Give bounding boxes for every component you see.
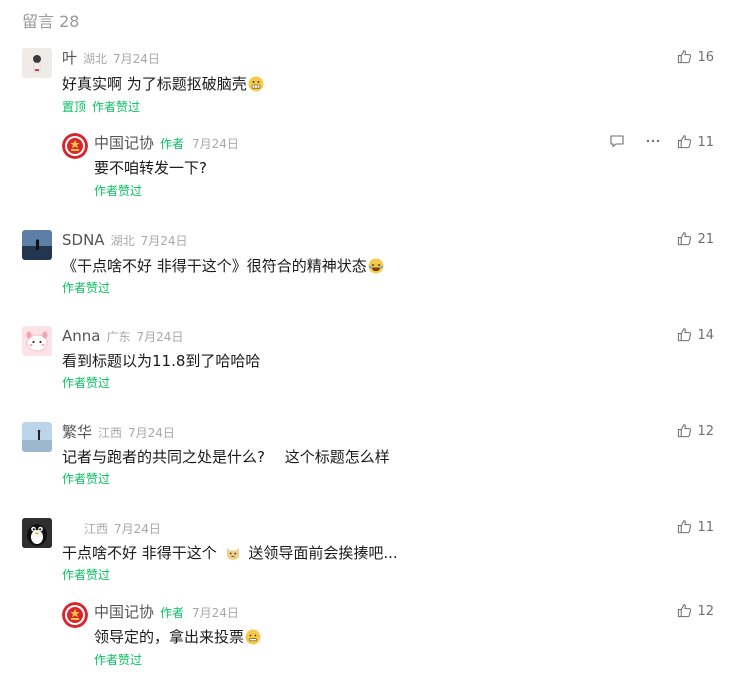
comment-author[interactable]: Anna bbox=[62, 327, 100, 345]
author-tag: 作者 bbox=[160, 606, 185, 620]
like-count: 12 bbox=[697, 424, 714, 439]
like-button[interactable]: 11 bbox=[677, 518, 714, 538]
avatar[interactable] bbox=[22, 518, 52, 548]
author-liked-label: 作者赞过 bbox=[62, 472, 111, 486]
comment-date: 7月24日 bbox=[136, 330, 184, 344]
comment-date: 7月24日 bbox=[114, 522, 161, 536]
author-liked-label: 作者赞过 bbox=[94, 184, 143, 198]
comment-region: 湖北 bbox=[110, 234, 135, 248]
author-liked-label: 作者赞过 bbox=[92, 100, 141, 114]
comments-header: 留言 28 bbox=[22, 12, 80, 31]
avatar[interactable] bbox=[62, 133, 88, 159]
thumbs-up-icon bbox=[678, 50, 692, 64]
comment-author[interactable]: 中国记协 bbox=[94, 603, 154, 621]
thumbs-up-icon bbox=[678, 520, 692, 534]
comment-region: 江西 bbox=[98, 426, 123, 440]
like-count: 16 bbox=[697, 50, 714, 65]
comment-region: 广东 bbox=[106, 330, 131, 344]
comment-text-before: 干点啥不好 非得干这个 bbox=[62, 544, 217, 562]
comment-date: 7月24日 bbox=[192, 137, 239, 151]
cat-face-emoji bbox=[226, 548, 239, 560]
like-button[interactable]: 21 bbox=[677, 230, 714, 250]
avatar[interactable] bbox=[22, 230, 52, 260]
thumbs-up-icon bbox=[678, 604, 692, 618]
comment-text-body: 《干点啥不好 非得干这个》很符合的精神状态 bbox=[62, 257, 367, 275]
avatar[interactable] bbox=[62, 602, 88, 628]
comment-bubble-icon bbox=[610, 135, 624, 148]
comment-region: 江西 bbox=[84, 522, 109, 536]
like-button[interactable]: 16 bbox=[677, 48, 714, 68]
comment-author[interactable]: 叶 bbox=[62, 49, 77, 67]
comment-region: 湖北 bbox=[83, 52, 108, 66]
comment-author[interactable]: 中国记协 bbox=[94, 134, 154, 152]
awkward-smile-emoji bbox=[245, 629, 261, 645]
like-count: 11 bbox=[697, 520, 714, 535]
author-liked-label: 作者赞过 bbox=[62, 281, 111, 295]
like-count: 11 bbox=[697, 135, 714, 150]
comment-text-body: 好真实啊 为了标题抠破脑壳 bbox=[62, 75, 247, 93]
comment-text: 《干点啥不好 非得干这个》很符合的精神状态 bbox=[62, 255, 384, 277]
like-button[interactable]: 14 bbox=[677, 326, 714, 346]
thumbs-up-icon bbox=[678, 328, 692, 342]
avatar[interactable] bbox=[22, 48, 52, 78]
comment-text: 要不咱转发一下? bbox=[94, 159, 207, 177]
more-dots-icon bbox=[646, 139, 660, 143]
grimace-emoji bbox=[248, 76, 264, 92]
reply-button[interactable] bbox=[609, 133, 625, 153]
comment-text: 记者与跑者的共同之处是什么? 这个标题怎么样 bbox=[62, 448, 390, 466]
like-button[interactable]: 12 bbox=[677, 602, 714, 622]
author-tag: 作者 bbox=[160, 137, 185, 151]
like-count: 12 bbox=[697, 604, 714, 619]
comment-date: 7月24日 bbox=[113, 52, 160, 66]
laugh-cry-emoji bbox=[368, 258, 384, 274]
avatar[interactable] bbox=[22, 422, 52, 452]
comment-text-body: 领导定的，拿出来投票 bbox=[94, 628, 245, 646]
comment-text: 看到标题以为11.8到了哈哈哈 bbox=[62, 352, 261, 370]
comment-author[interactable]: SDNA bbox=[62, 231, 105, 249]
avatar[interactable] bbox=[22, 326, 52, 356]
thumbs-up-icon bbox=[678, 424, 692, 438]
comment-text: 好真实啊 为了标题抠破脑壳 bbox=[62, 73, 264, 95]
thumbs-up-icon bbox=[678, 135, 692, 149]
pinned-badge: 置顶 bbox=[62, 100, 87, 114]
author-liked-label: 作者赞过 bbox=[62, 376, 111, 390]
comment-text-after: 送领导面前会挨揍吧... bbox=[248, 544, 398, 562]
comment-text: 领导定的，拿出来投票 bbox=[94, 626, 261, 648]
comment-date: 7月24日 bbox=[128, 426, 175, 440]
like-count: 14 bbox=[697, 328, 714, 343]
author-liked-label: 作者赞过 bbox=[62, 568, 111, 582]
like-button[interactable]: 11 bbox=[677, 133, 714, 153]
more-button[interactable] bbox=[645, 133, 661, 153]
like-button[interactable]: 12 bbox=[677, 422, 714, 442]
author-liked-label: 作者赞过 bbox=[94, 653, 143, 667]
like-count: 21 bbox=[697, 232, 714, 247]
comment-text: 干点啥不好 非得干这个 送领导面前会挨揍吧... bbox=[62, 542, 398, 564]
comment-author[interactable]: 繁华 bbox=[62, 423, 92, 441]
comment-date: 7月24日 bbox=[140, 234, 188, 248]
thumbs-up-icon bbox=[678, 232, 692, 246]
comment-date: 7月24日 bbox=[192, 606, 239, 620]
